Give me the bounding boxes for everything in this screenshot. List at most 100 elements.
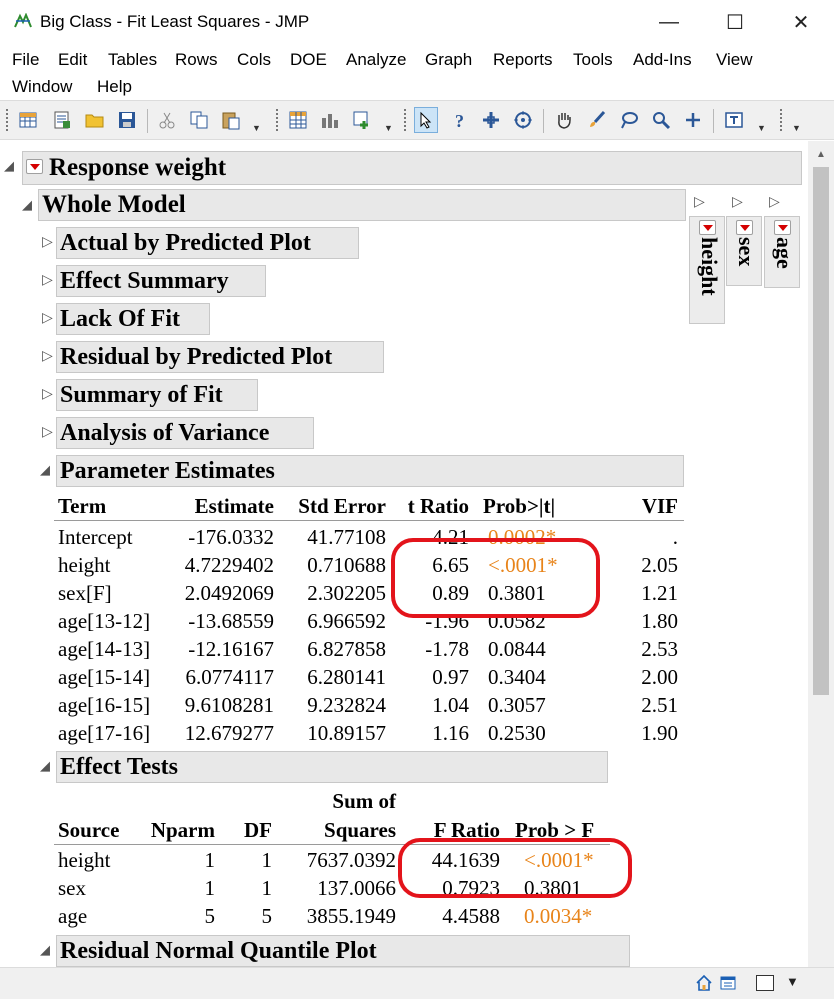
menu-add-ins[interactable]: Add-Ins (633, 50, 692, 70)
lack-of-fit-disclosure-icon[interactable]: ▷ (42, 309, 53, 326)
prob-f-cell: 0.0034* (524, 904, 593, 928)
add-rows-icon[interactable] (350, 107, 374, 133)
annotate-dropdown-icon[interactable]: ▼ (757, 123, 766, 133)
toolbar-grip[interactable] (6, 109, 9, 131)
brush-icon[interactable] (585, 107, 609, 133)
term-cell: age[16-15] (58, 693, 151, 717)
analysis-of-variance-disclosure-icon[interactable]: ▷ (42, 423, 53, 440)
menu-analyze[interactable]: Analyze (346, 50, 406, 70)
summary-of-fit-disclosure-icon[interactable]: ▷ (42, 385, 53, 402)
summary-of-fit-header[interactable]: Summary of Fit (56, 379, 258, 411)
menu-help[interactable]: Help (97, 77, 132, 97)
scroll-up-icon[interactable]: ▲ (816, 149, 826, 160)
menu-doe[interactable]: DOE (290, 50, 327, 70)
save-icon[interactable] (115, 107, 139, 133)
plus-icon[interactable] (681, 107, 705, 133)
close-button[interactable]: ✕ (768, 0, 834, 44)
add-rows-dropdown-icon[interactable]: ▼ (384, 123, 393, 133)
menu-reports[interactable]: Reports (493, 50, 553, 70)
lasso-icon[interactable] (617, 107, 641, 133)
new-script-icon[interactable] (50, 107, 74, 133)
t-ratio-cell: 1.04 (432, 693, 469, 717)
menu-cols[interactable]: Cols (237, 50, 271, 70)
parameter-estimates-title: Parameter Estimates (60, 457, 275, 484)
actual-by-predicted-title: Actual by Predicted Plot (60, 229, 311, 256)
residual-normal-quantile-header[interactable]: Residual Normal Quantile Plot (56, 935, 630, 967)
maximize-button[interactable]: ☐ (702, 0, 768, 44)
term-cell: age[15-14] (58, 665, 151, 689)
crosshair-icon[interactable] (479, 107, 503, 133)
toolbar-grip[interactable] (276, 109, 279, 131)
residual-normal-quantile-disclosure-icon[interactable]: ◢ (40, 942, 50, 958)
whole-model-header[interactable]: Whole Model (38, 189, 686, 221)
sex-panel-disclosure-icon[interactable]: ▷ (732, 193, 743, 210)
analysis-of-variance-header[interactable]: Analysis of Variance (56, 417, 314, 449)
window-layout-icon[interactable] (756, 975, 774, 991)
menu-tools[interactable]: Tools (573, 50, 613, 70)
height-panel-disclosure-icon[interactable]: ▷ (694, 193, 705, 210)
title-bar: Big Class - Fit Least Squares - JMP — ☐ … (0, 0, 834, 44)
response-header[interactable]: Response weight (22, 151, 802, 185)
menu-edit[interactable]: Edit (58, 50, 87, 70)
copy-icon[interactable] (187, 107, 211, 133)
menu-window[interactable]: Window (12, 77, 72, 97)
vertical-scrollbar[interactable]: ▲ (808, 141, 834, 967)
menu-rows[interactable]: Rows (175, 50, 218, 70)
toolbar-overflow-icon[interactable]: ▼ (792, 123, 801, 133)
cut-icon[interactable] (155, 107, 179, 133)
sex-red-triangle-icon[interactable] (736, 220, 753, 235)
response-red-triangle-icon[interactable] (26, 159, 43, 174)
distribution-icon[interactable] (318, 107, 342, 133)
help-icon[interactable]: ? (448, 107, 472, 133)
menu-file[interactable]: File (12, 50, 39, 70)
data-table-icon[interactable] (286, 107, 310, 133)
effect-tests-header[interactable]: Effect Tests (56, 751, 608, 783)
df-cell: 5 (261, 904, 273, 928)
age-panel-disclosure-icon[interactable]: ▷ (769, 193, 780, 210)
response-disclosure-icon[interactable]: ◢ (4, 158, 14, 174)
residual-by-predicted-header[interactable]: Residual by Predicted Plot (56, 341, 384, 373)
effect-summary-title: Effect Summary (60, 267, 229, 294)
parameter-estimates-disclosure-icon[interactable]: ◢ (40, 462, 50, 478)
menu-view[interactable]: View (716, 50, 753, 70)
toolbar-grip[interactable] (780, 109, 783, 131)
parameter-estimates-header[interactable]: Parameter Estimates (56, 455, 684, 487)
vif-cell: 1.80 (641, 609, 678, 633)
effect-summary-header[interactable]: Effect Summary (56, 265, 266, 297)
sex-panel[interactable]: sex (726, 216, 762, 286)
height-red-triangle-icon[interactable] (699, 220, 716, 235)
home-icon[interactable] (695, 974, 713, 997)
height-panel[interactable]: height (689, 216, 725, 324)
highlight-oval-parameter-estimates (391, 538, 600, 618)
target-icon[interactable] (511, 107, 535, 133)
whole-model-disclosure-icon[interactable]: ◢ (22, 197, 32, 213)
toolbar-grip[interactable] (404, 109, 407, 131)
lack-of-fit-header[interactable]: Lack Of Fit (56, 303, 210, 335)
toolbar-separator (543, 109, 544, 133)
minimize-button[interactable]: — (636, 0, 702, 44)
hand-icon[interactable] (552, 107, 576, 133)
annotate-icon[interactable] (722, 107, 746, 133)
age-red-triangle-icon[interactable] (774, 220, 791, 235)
paste-dropdown-icon[interactable]: ▼ (252, 123, 261, 133)
effect-tests-disclosure-icon[interactable]: ◢ (40, 758, 50, 774)
menu-tables[interactable]: Tables (108, 50, 157, 70)
actual-by-predicted-disclosure-icon[interactable]: ▷ (42, 233, 53, 250)
menu-graph[interactable]: Graph (425, 50, 472, 70)
scrollbar-thumb[interactable] (813, 167, 829, 695)
age-panel[interactable]: age (764, 216, 800, 288)
new-data-table-icon[interactable] (16, 107, 40, 133)
paste-icon[interactable] (219, 107, 243, 133)
term-cell: Intercept (58, 525, 133, 549)
window-list-icon[interactable] (719, 974, 737, 997)
open-folder-icon[interactable] (83, 107, 107, 133)
magnifier-icon[interactable] (649, 107, 673, 133)
residual-by-predicted-disclosure-icon[interactable]: ▷ (42, 347, 53, 364)
whole-model-title: Whole Model (42, 191, 186, 218)
status-dropdown-icon[interactable]: ▼ (786, 974, 799, 989)
residual-normal-quantile-title: Residual Normal Quantile Plot (60, 937, 377, 964)
minimize-icon: — (659, 10, 679, 33)
arrow-select-icon[interactable] (414, 107, 438, 133)
effect-summary-disclosure-icon[interactable]: ▷ (42, 271, 53, 288)
actual-by-predicted-header[interactable]: Actual by Predicted Plot (56, 227, 359, 259)
